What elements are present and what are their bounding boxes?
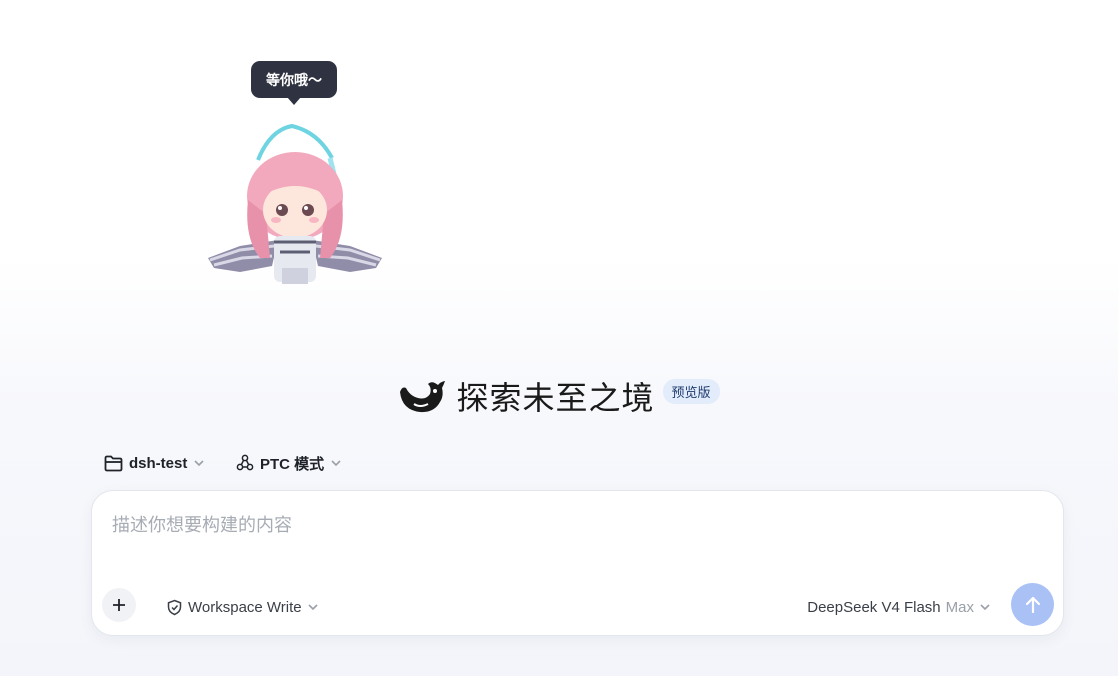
- model-level: Max: [945, 598, 974, 616]
- model-selector[interactable]: DeepSeek V4 Flash Max: [807, 597, 991, 617]
- prompt-composer: Workspace Write DeepSeek V4 Flash Max: [91, 490, 1064, 636]
- mascot-illustration: [208, 123, 382, 284]
- mode-selector[interactable]: PTC 模式: [236, 451, 342, 475]
- chevron-down-icon: [980, 604, 990, 611]
- chevron-down-icon: [308, 604, 318, 611]
- mode-label: PTC 模式: [260, 455, 325, 473]
- permission-label: Workspace Write: [188, 598, 302, 616]
- folder-icon: [104, 455, 123, 471]
- folder-label: dsh-test: [129, 454, 188, 472]
- folder-selector[interactable]: dsh-test: [104, 451, 205, 475]
- send-button[interactable]: [1011, 583, 1054, 626]
- chevron-down-icon: [331, 460, 341, 467]
- shield-edit-icon: [167, 599, 182, 615]
- arrow-up-icon: [1025, 596, 1040, 613]
- nodes-icon: [236, 454, 254, 471]
- hero-title: 探索未至之境: [456, 380, 655, 416]
- model-name: DeepSeek V4 Flash: [807, 598, 941, 616]
- chevron-down-icon: [194, 460, 204, 467]
- mascot-speech-text: 等你哦～: [266, 71, 322, 88]
- mascot-speech-bubble: 等你哦～: [251, 61, 337, 105]
- add-attachment-button[interactable]: [102, 588, 136, 622]
- prompt-input[interactable]: [110, 509, 1044, 563]
- plus-icon: [113, 599, 125, 611]
- deepseek-whale-icon: [400, 381, 446, 413]
- permission-selector[interactable]: Workspace Write: [166, 597, 319, 617]
- preview-badge: 预览版: [662, 378, 720, 404]
- hero-heading: 探索未至之境 预览版: [0, 372, 1118, 420]
